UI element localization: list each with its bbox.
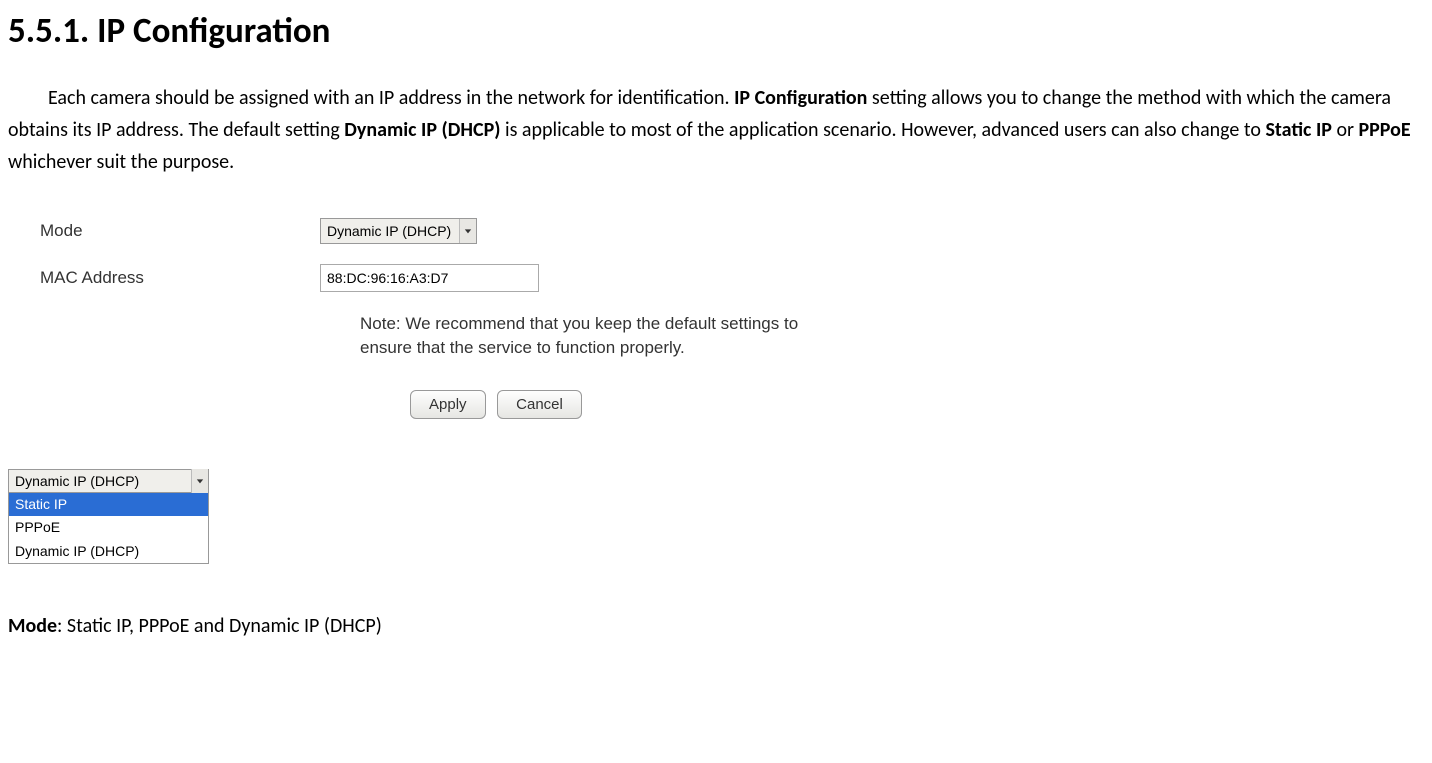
chevron-down-icon bbox=[191, 469, 208, 493]
mode-option-list: Static IP PPPoE Dynamic IP (DHCP) bbox=[8, 493, 209, 565]
mode-description-label: Mode bbox=[8, 614, 57, 638]
mode-label: Mode bbox=[40, 221, 320, 241]
mode-description: Mode: Static IP, PPPoE and Dynamic IP (D… bbox=[8, 614, 1432, 638]
mac-label: MAC Address bbox=[40, 268, 320, 288]
para-text-5: whichever suit the purpose. bbox=[8, 150, 234, 174]
para-text-3: is applicable to most of the application… bbox=[500, 118, 1265, 142]
mode-description-text: : Static IP, PPPoE and Dynamic IP (DHCP) bbox=[57, 614, 382, 638]
para-text-4: or bbox=[1332, 118, 1359, 142]
para-bold-2: Dynamic IP (DHCP) bbox=[344, 118, 500, 142]
mode-option-static-ip[interactable]: Static IP bbox=[9, 493, 208, 517]
settings-note: Note: We recommend that you keep the def… bbox=[360, 312, 820, 360]
mode-option-pppoe[interactable]: PPPoE bbox=[9, 516, 208, 540]
para-bold-1: IP Configuration bbox=[734, 86, 867, 110]
mode-dropdown-expanded: Dynamic IP (DHCP) Static IP PPPoE Dynami… bbox=[8, 469, 209, 565]
para-bold-4: PPPoE bbox=[1359, 118, 1411, 142]
intro-paragraph: Each camera should be assigned with an I… bbox=[8, 82, 1424, 178]
ip-config-form: Mode Dynamic IP (DHCP) MAC Address Note:… bbox=[40, 218, 1432, 419]
cancel-button[interactable]: Cancel bbox=[497, 390, 582, 419]
mode-dropdown-value: Dynamic IP (DHCP) bbox=[15, 473, 191, 489]
mode-select[interactable]: Dynamic IP (DHCP) bbox=[320, 218, 477, 244]
mac-row: MAC Address bbox=[40, 264, 1432, 292]
mode-dropdown-header[interactable]: Dynamic IP (DHCP) bbox=[8, 469, 209, 493]
chevron-down-icon bbox=[459, 219, 476, 243]
para-text-1: Each camera should be assigned with an I… bbox=[48, 86, 734, 110]
button-row: Apply Cancel bbox=[410, 390, 1432, 419]
mode-option-dhcp[interactable]: Dynamic IP (DHCP) bbox=[9, 540, 208, 564]
mac-address-field[interactable] bbox=[320, 264, 539, 292]
apply-button[interactable]: Apply bbox=[410, 390, 486, 419]
mode-row: Mode Dynamic IP (DHCP) bbox=[40, 218, 1432, 244]
para-bold-3: Static IP bbox=[1265, 118, 1331, 142]
mode-select-value: Dynamic IP (DHCP) bbox=[327, 223, 459, 239]
section-heading: 5.5.1. IP Configuration bbox=[8, 10, 1432, 52]
